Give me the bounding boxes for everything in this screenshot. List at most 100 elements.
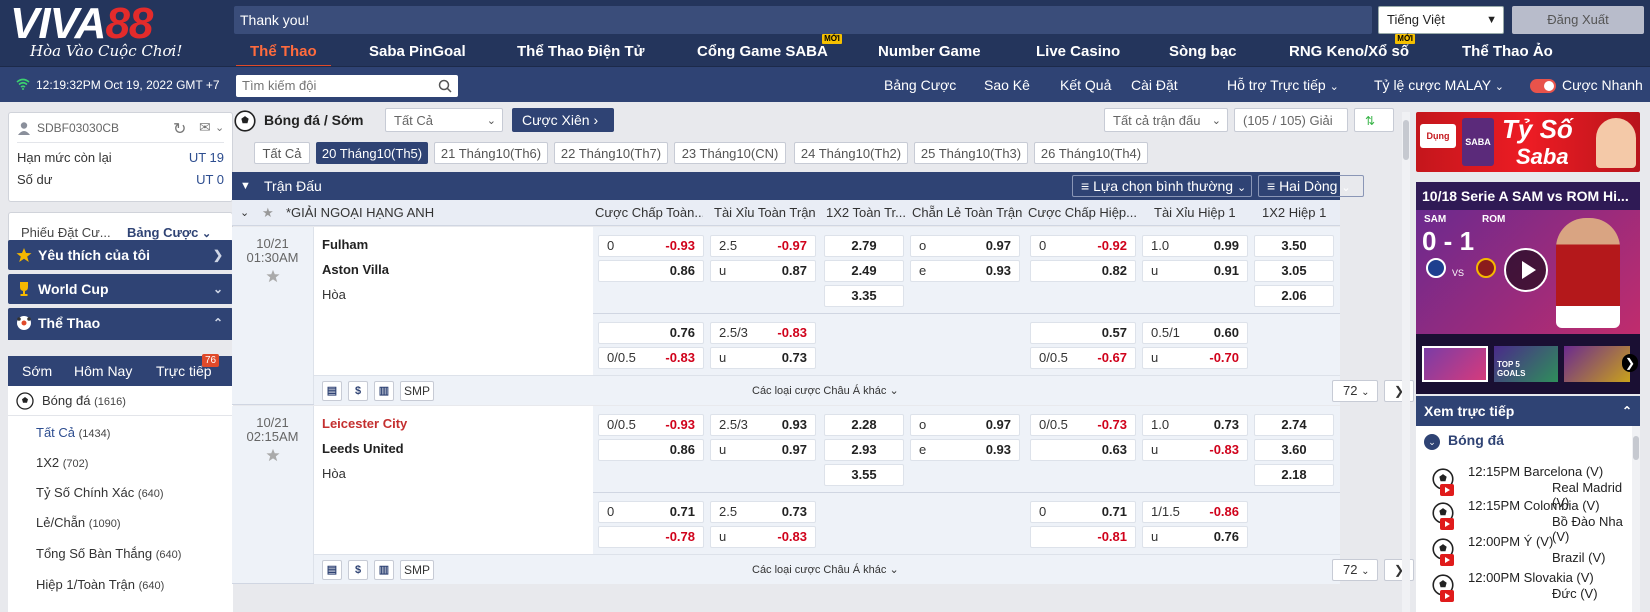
odds-cell[interactable]: u 0.87 (710, 260, 816, 282)
stats-icon[interactable]: ▥ (374, 381, 394, 401)
odds-cell[interactable]: u -0.83 (1142, 439, 1248, 461)
star-icon[interactable]: ★ (262, 200, 274, 226)
sport-item-football[interactable]: Bóng đá (1616) (8, 386, 233, 416)
date-tab-23[interactable]: 23 Tháng10(CN) (674, 142, 786, 164)
odds-cell[interactable]: e 0.93 (910, 439, 1020, 461)
list-item[interactable]: 1X2 (702) (8, 448, 233, 478)
odds-cell[interactable]: o 0.97 (910, 414, 1020, 436)
link-settings[interactable]: Cài Đặt (1131, 67, 1178, 103)
dollar-icon[interactable]: $ (348, 560, 368, 580)
odds-cell[interactable]: -0.78 (598, 526, 704, 548)
live-streaming-header[interactable]: Xem trực tiếp ⌃ (1416, 396, 1640, 426)
odds-cell[interactable]: 3.35 (824, 285, 904, 307)
odds-cell[interactable]: u 0.91 (1142, 260, 1248, 282)
odds-cell[interactable]: 2.5 0.73 (710, 501, 816, 523)
odds-cell[interactable]: 1.0 0.73 (1142, 414, 1248, 436)
live-video-icon[interactable] (1440, 484, 1454, 496)
live-video-icon[interactable] (1440, 518, 1454, 530)
more-markets-count[interactable]: 72 ⌄ (1332, 559, 1378, 581)
nav-casino[interactable]: Sòng bạc (1169, 40, 1237, 64)
mail-icon[interactable]: ✉ (199, 119, 211, 136)
odds-cell[interactable]: 3.55 (824, 464, 904, 486)
list-item[interactable]: Tổng Số Bàn Thắng (640) (8, 539, 233, 569)
nav-virtual-sports[interactable]: Thể Thao Ảo (1462, 40, 1553, 64)
odds-cell[interactable]: 0.5/1 0.60 (1142, 322, 1248, 344)
odds-cell[interactable]: 0.86 (598, 439, 704, 461)
odds-cell[interactable]: 2.06 (1254, 285, 1334, 307)
odds-cell[interactable]: 0 0.71 (598, 501, 704, 523)
link-statement[interactable]: Sao Kê (984, 67, 1030, 103)
quick-bet-toggle[interactable] (1530, 79, 1556, 93)
sort-button[interactable]: ⇅ (1354, 108, 1394, 132)
odds-cell[interactable]: 1/1.5 -0.86 (1142, 501, 1248, 523)
odds-cell[interactable]: u -0.83 (710, 526, 816, 548)
odds-cell[interactable]: 2.49 (824, 260, 904, 282)
favorites-header[interactable]: Yêu thích của tôi ❯ (8, 240, 233, 270)
live-match-item[interactable]: 12:15PM Barcelona (V) Real Madrid (V) (1432, 464, 1626, 510)
dollar-icon[interactable]: $ (348, 381, 368, 401)
odds-cell[interactable]: u 0.76 (1142, 526, 1248, 548)
odds-cell[interactable]: 0/0.5 -0.73 (1030, 414, 1136, 436)
link-results[interactable]: Kết Quả (1060, 67, 1111, 103)
odds-cell[interactable]: u -0.70 (1142, 347, 1248, 369)
worldcup-header[interactable]: World Cup ⌄ (8, 274, 233, 304)
play-button[interactable] (1504, 248, 1548, 292)
viva88-logo[interactable]: VIVA88 Hòa Vào Cuộc Chơi! (10, 2, 210, 64)
highlight-video[interactable]: 10/18 Serie A SAM vs ROM Hi... SAM ROM 0… (1416, 182, 1640, 394)
date-tab-all[interactable]: Tất Cả (254, 142, 310, 164)
odds-cell[interactable]: 2.5/3 -0.83 (710, 322, 816, 344)
live-match-item[interactable]: 12:00PM Slovakia (V) Đức (V) (1432, 570, 1626, 604)
odds-cell[interactable]: 3.05 (1254, 260, 1334, 282)
date-tab-24[interactable]: 24 Tháng10(Th2) (794, 142, 908, 164)
view-mode-select[interactable]: ≡ Lựa chọn bình thường ⌄ (1072, 175, 1252, 197)
odds-cell[interactable]: 0 -0.92 (1030, 235, 1136, 257)
odds-cell[interactable]: 2.28 (824, 414, 904, 436)
date-tab-25[interactable]: 25 Tháng10(Th3) (914, 142, 1028, 164)
language-select[interactable]: Tiếng Việt ▼ (1378, 6, 1504, 34)
odds-cell[interactable]: 0 0.71 (1030, 501, 1136, 523)
parlay-button[interactable]: Cược Xiên › (512, 108, 614, 132)
chevron-down-icon[interactable]: ⌄ (240, 200, 249, 226)
bet-list-icon[interactable]: ▤ (322, 560, 342, 580)
market-filter-select[interactable]: Tất Cả ⌄ (385, 108, 503, 132)
date-tab-20[interactable]: 20 Tháng10(Th5) (316, 142, 428, 164)
star-icon[interactable] (265, 448, 280, 462)
promo-banner[interactable]: Dụng SABA Tỷ Số Saba (1416, 112, 1640, 172)
odds-cell[interactable]: u 0.73 (710, 347, 816, 369)
odds-cell[interactable]: 0/0.5 -0.83 (598, 347, 704, 369)
nav-esports[interactable]: Thể Thao Điện Tử (517, 40, 645, 64)
odds-cell[interactable]: 3.50 (1254, 235, 1334, 257)
scrollbar[interactable] (1402, 112, 1410, 612)
home-team[interactable]: Leicester City (322, 414, 407, 434)
logout-button[interactable]: Đăng Xuất (1512, 6, 1644, 34)
link-bet-list[interactable]: Bảng Cược (884, 67, 956, 103)
odds-cell[interactable]: 2.18 (1254, 464, 1334, 486)
chevron-down-icon[interactable]: ⌄ (215, 121, 224, 134)
odds-type-select[interactable]: Tỷ lệ cược MALAY ⌄ (1374, 67, 1504, 105)
nav-live-casino[interactable]: Live Casino (1036, 40, 1120, 64)
refresh-icon[interactable]: ↻ (173, 119, 186, 139)
star-icon[interactable] (265, 269, 280, 283)
nav-rng-keno[interactable]: RNG Keno/Xổ số MỚI (1289, 34, 1416, 64)
odds-cell[interactable]: u 0.97 (710, 439, 816, 461)
away-team[interactable]: Aston Villa (322, 260, 389, 280)
league-filter-button[interactable]: (105 / 105) Giải (1234, 108, 1348, 132)
odds-cell[interactable]: 1.0 0.99 (1142, 235, 1248, 257)
list-item[interactable]: Hiệp 1/Toàn Trận (640) (8, 570, 233, 600)
home-team[interactable]: Fulham (322, 235, 368, 255)
nav-number-game[interactable]: Number Game (878, 40, 981, 64)
nav-sports[interactable]: Thể Thao (236, 40, 331, 67)
tab-today[interactable]: Hôm Nay (74, 356, 132, 386)
stats-icon[interactable]: ▥ (374, 560, 394, 580)
odds-cell[interactable]: 0.76 (598, 322, 704, 344)
odds-cell[interactable]: 0/0.5 -0.67 (1030, 347, 1136, 369)
video-thumbnail[interactable]: TOP 5 GOALS (1494, 346, 1558, 382)
chevron-right-icon[interactable]: ❯ (1622, 354, 1638, 372)
date-tab-26[interactable]: 26 Tháng10(Th4) (1034, 142, 1148, 164)
odds-cell[interactable]: e 0.93 (910, 260, 1020, 282)
more-asian-bets[interactable]: Các loại cược Châu Á khác ⌄ (752, 376, 899, 406)
video-thumbnail[interactable] (1564, 346, 1630, 382)
chevron-down-icon[interactable]: ⌄ (1424, 434, 1440, 450)
date-tab-21[interactable]: 21 Tháng10(Th6) (434, 142, 548, 164)
live-match-item[interactable]: 12:00PM Ý (V) Brazil (V) (1432, 534, 1626, 568)
